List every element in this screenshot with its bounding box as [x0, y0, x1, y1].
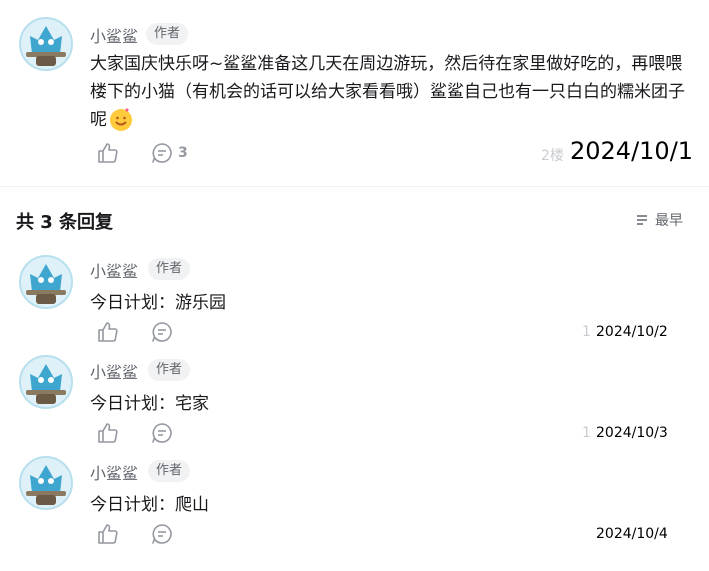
reply-text: 今日计划：游乐园 — [90, 293, 226, 313]
comment-date: 2024/10/1 — [570, 137, 694, 165]
avatar[interactable] — [18, 354, 74, 410]
username[interactable]: 小鲨鲨 — [90, 23, 138, 47]
like-icon[interactable] — [96, 421, 120, 445]
comment-body: 大家国庆快乐呀~鲨鲨准备这几天在周边游玩，然后待在家里做好吃的，再喂喂楼下的小猫… — [90, 54, 685, 130]
reply-meta: 1 — [582, 425, 591, 441]
reply-text: 今日计划：宅家 — [90, 394, 209, 414]
reply-icon[interactable] — [150, 141, 174, 165]
avatar[interactable] — [18, 254, 74, 310]
sort-button[interactable]: 最早 — [636, 210, 683, 230]
reply-icon[interactable] — [150, 522, 174, 546]
author-badge: 作者 — [146, 23, 189, 45]
username[interactable]: 小鲨鲨 — [90, 359, 138, 383]
sort-icon — [637, 215, 647, 225]
reply-icon[interactable] — [150, 421, 174, 445]
like-icon[interactable] — [96, 522, 120, 546]
reply-count[interactable]: 3 — [178, 145, 188, 161]
avatar[interactable] — [18, 16, 74, 72]
reply-date: 2024/10/3 — [596, 425, 668, 441]
reply-icon[interactable] — [150, 320, 174, 344]
like-icon[interactable] — [96, 141, 120, 165]
smile-emoji-icon — [109, 108, 133, 132]
username[interactable]: 小鲨鲨 — [90, 460, 138, 484]
replies-count-title: 共 3 条回复 — [16, 212, 114, 233]
author-badge: 作者 — [148, 359, 191, 381]
author-badge: 作者 — [148, 460, 191, 482]
comment-text: 大家国庆快乐呀~鲨鲨准备这几天在周边游玩，然后待在家里做好吃的，再喂喂楼下的小猫… — [90, 50, 690, 134]
divider — [0, 186, 709, 187]
author-badge: 作者 — [148, 258, 191, 280]
reply-date: 2024/10/2 — [596, 324, 668, 340]
sort-label: 最早 — [655, 213, 683, 229]
reply-meta: 1 — [582, 324, 591, 340]
avatar[interactable] — [18, 455, 74, 511]
floor-number: 2楼 — [541, 148, 564, 164]
reply-text: 今日计划：爬山 — [90, 495, 209, 515]
like-icon[interactable] — [96, 320, 120, 344]
reply-date: 2024/10/4 — [596, 526, 668, 542]
username[interactable]: 小鲨鲨 — [90, 258, 138, 282]
